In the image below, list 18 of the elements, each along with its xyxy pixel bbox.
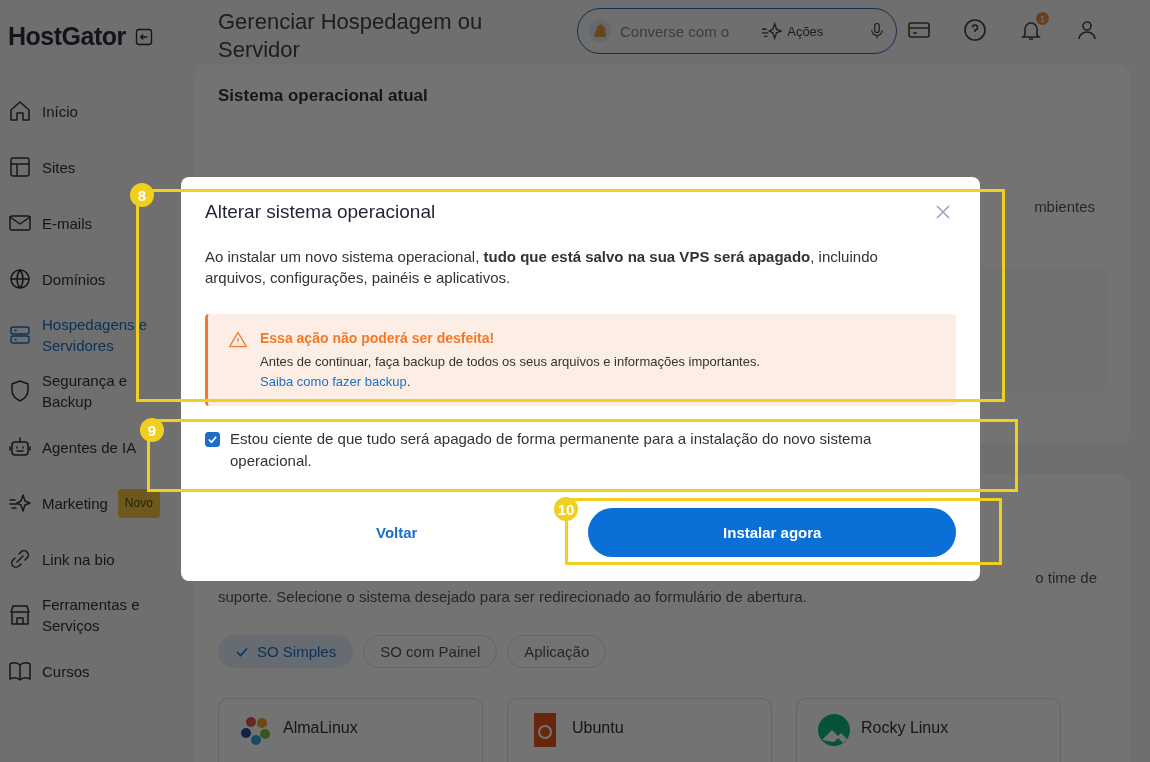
description-text: mbientes bbox=[1034, 198, 1095, 215]
os-name: AlmaLinux bbox=[283, 719, 358, 737]
warning-text: Antes de continuar, faça backup de todos os seus arquivos e informações importantes. Saiba como fazer backup. bbox=[260, 353, 761, 391]
step-number: 9 bbox=[140, 418, 164, 442]
logo: HostGator bbox=[8, 22, 126, 51]
page-title: Gerenciar Hospedagem ou Servidor bbox=[218, 8, 484, 64]
warning-title: Essa ação não poderá ser desfeita! bbox=[260, 330, 496, 346]
notification-count: 1 bbox=[1036, 12, 1049, 25]
os-name: Rocky Linux bbox=[861, 719, 949, 737]
dialog-title: Alterar sistema operacional bbox=[205, 201, 436, 223]
description-text: suporte. Selecione o sistema desejado para ser redirecionado ao formulário de abertura. bbox=[218, 588, 808, 605]
os-name: Ubuntu bbox=[572, 719, 624, 737]
new-badge: Novo bbox=[117, 488, 160, 518]
section-heading: Sistema operacional atual bbox=[218, 86, 429, 106]
description-text: o time de bbox=[1035, 569, 1097, 586]
step-number: 8 bbox=[130, 183, 154, 207]
dialog-message: Ao instalar um novo sistema operacional, tudo que está salvo na sua VPS será apagado, incluindo arquivos, configurações, painéis e aplicativos. bbox=[205, 247, 879, 288]
checkbox-label: Estou ciente de que tudo será apagado de forma permanente para a instalação do novo sistema operacional. bbox=[230, 429, 873, 471]
